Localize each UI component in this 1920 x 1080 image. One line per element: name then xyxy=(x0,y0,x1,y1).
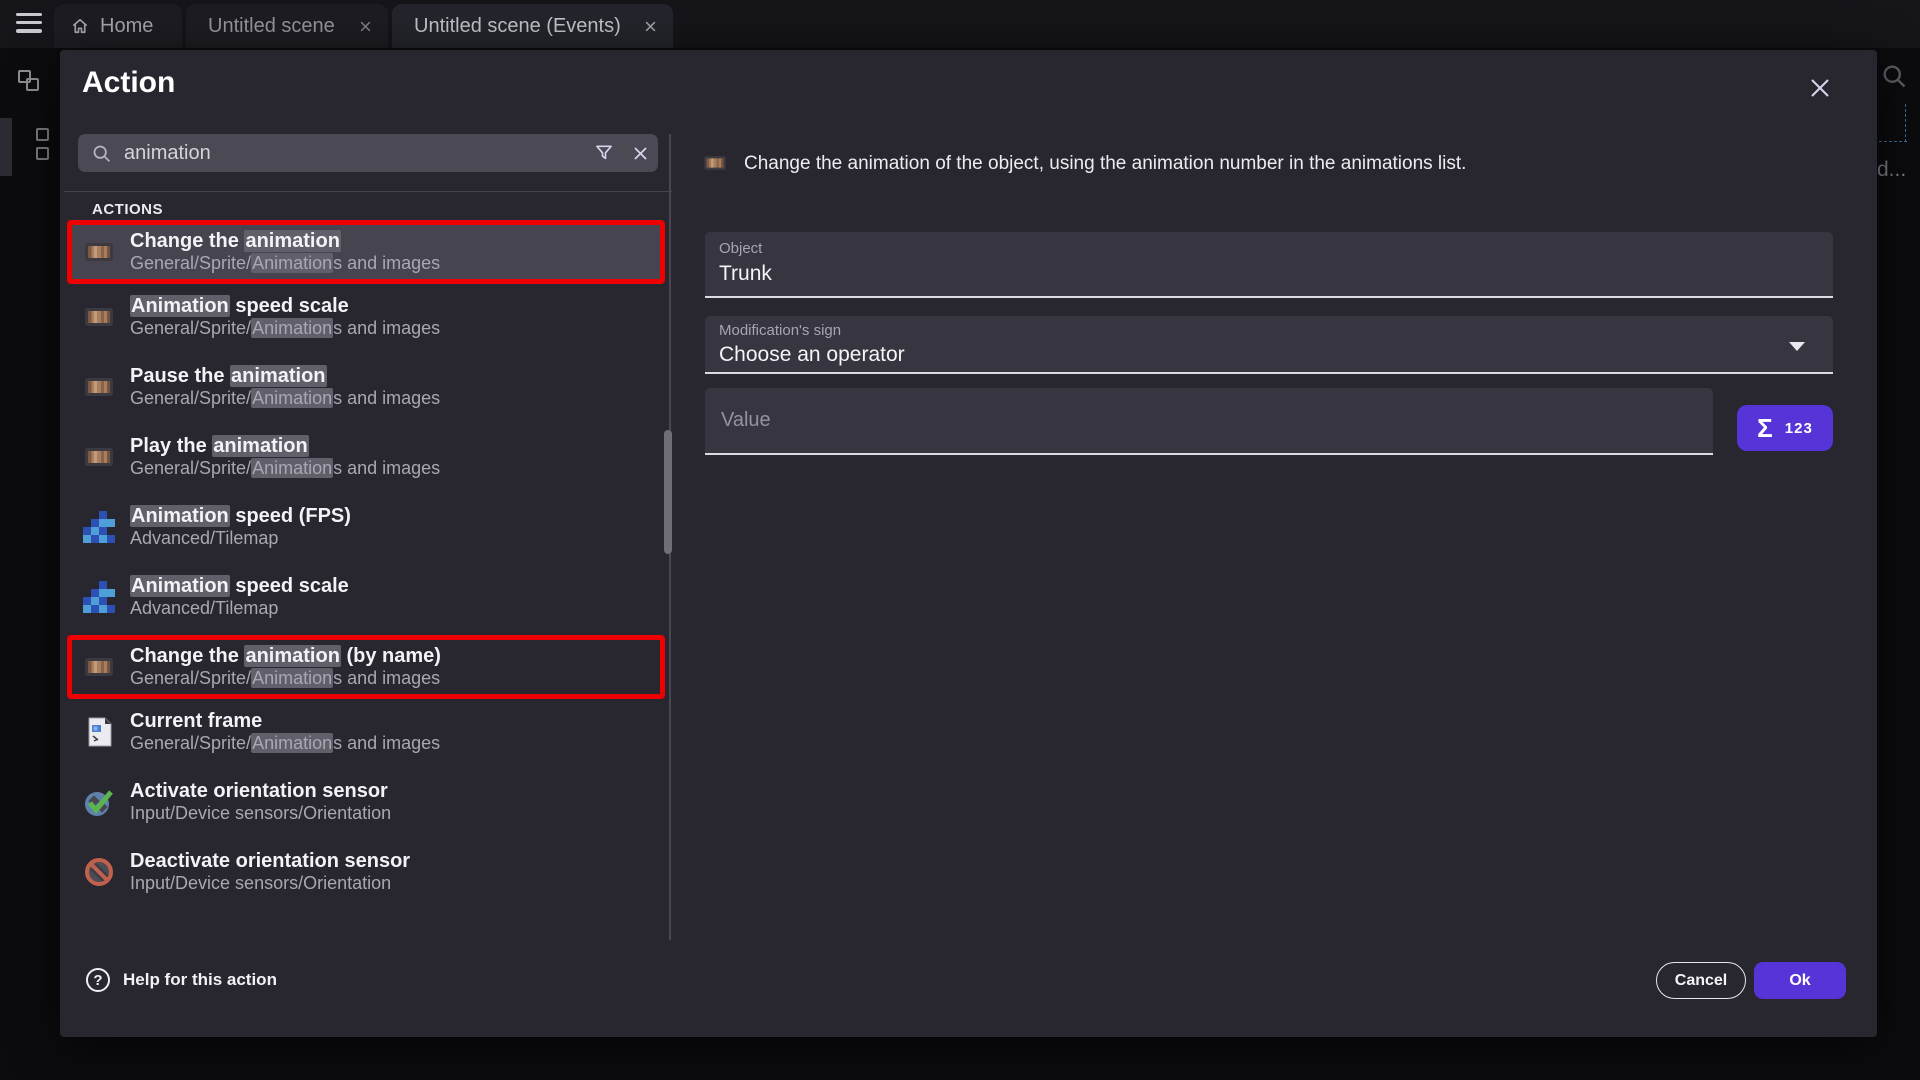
search-icon xyxy=(91,143,112,164)
sprite-frame-icon xyxy=(82,715,116,749)
action-item-title: Animation speed (FPS) xyxy=(130,505,351,527)
tab-untitled-scene-events[interactable]: Untitled scene (Events) xyxy=(392,4,673,48)
search-icon xyxy=(1880,62,1908,95)
action-item-path: General/Sprite/Animations and images xyxy=(130,668,440,688)
action-list-item[interactable]: Pause the animation General/Sprite/Anima… xyxy=(72,355,660,419)
orientation-off-icon xyxy=(82,855,116,889)
action-item-path: Advanced/Tilemap xyxy=(130,528,278,548)
help-label: Help for this action xyxy=(123,970,277,990)
sprite-animation-icon xyxy=(702,150,728,176)
background-objects-icon xyxy=(36,128,49,166)
action-item-title: Activate orientation sensor xyxy=(130,780,388,802)
action-item-path: General/Sprite/Animations and images xyxy=(130,253,440,273)
sprite-animation-icon xyxy=(82,370,116,404)
action-item-title: Animation speed scale xyxy=(130,295,349,317)
action-item-title: Play the animation xyxy=(130,435,309,457)
operator-select-label: Modification's sign xyxy=(719,322,841,339)
action-list-item[interactable]: Play the animation General/Sprite/Animat… xyxy=(72,425,660,489)
action-list-item[interactable]: Activate orientation sensor Input/Device… xyxy=(72,770,660,834)
clear-search-icon[interactable] xyxy=(622,134,658,172)
action-list: Change the animation General/Sprite/Anim… xyxy=(72,220,660,910)
action-list-item[interactable]: Deactivate orientation sensor Input/Devi… xyxy=(72,840,660,904)
value-input[interactable] xyxy=(721,388,1681,453)
sprite-animation-icon xyxy=(82,300,116,334)
sigma-icon: Σ xyxy=(1757,415,1773,441)
action-item-path: General/Sprite/Animations and images xyxy=(130,318,440,338)
action-item-title: Change the animation (by name) xyxy=(130,645,441,667)
operator-select[interactable]: Modification's sign Choose an operator xyxy=(705,316,1833,374)
action-list-item[interactable]: Change the animation (by name) General/S… xyxy=(67,635,665,699)
dialog-title: Action xyxy=(82,66,175,100)
object-field[interactable]: Object Trunk xyxy=(705,232,1833,298)
tab-label: Untitled scene (Events) xyxy=(414,15,621,38)
action-list-item[interactable]: Animation speed (FPS) Advanced/Tilemap xyxy=(72,495,660,559)
layout-grid-icon xyxy=(18,70,42,94)
action-item-title: Change the animation xyxy=(130,230,341,252)
sprite-animation-icon xyxy=(82,650,116,684)
cancel-button[interactable]: Cancel xyxy=(1656,962,1746,999)
search-input[interactable] xyxy=(124,142,586,165)
action-list-item[interactable]: Current frame General/Sprite/Animations … xyxy=(72,700,660,764)
action-item-title: Deactivate orientation sensor xyxy=(130,850,410,872)
filter-icon[interactable] xyxy=(586,134,622,172)
help-link[interactable]: ? Help for this action xyxy=(86,968,277,992)
help-icon: ? xyxy=(86,968,110,992)
action-dialog: Action ACTIONS Change the animation Gene… xyxy=(60,50,1877,1037)
clipped-background-text: d... xyxy=(1877,158,1906,182)
action-search-bar xyxy=(78,134,658,172)
action-list-item[interactable]: Change the animation General/Sprite/Anim… xyxy=(67,220,665,284)
action-list-item[interactable]: Animation speed scale General/Sprite/Ani… xyxy=(72,285,660,349)
action-item-title: Animation speed scale xyxy=(130,575,349,597)
ok-button[interactable]: Ok xyxy=(1754,962,1846,999)
action-item-path: Advanced/Tilemap xyxy=(130,598,278,618)
tab-untitled-scene[interactable]: Untitled scene xyxy=(186,4,388,48)
tab-close-icon[interactable] xyxy=(354,15,376,37)
selection-dashed-line xyxy=(1905,104,1906,142)
orientation-on-icon xyxy=(82,785,116,819)
background-panel-fragment xyxy=(0,118,12,176)
tab-close-icon[interactable] xyxy=(639,15,661,37)
gdevelop-editor: Home Untitled scene Untitled scene (Even… xyxy=(0,0,1920,1080)
action-item-title: Pause the animation xyxy=(130,365,327,387)
list-scrollbar-thumb[interactable] xyxy=(664,430,672,554)
tab-label: Home xyxy=(100,15,153,38)
expression-editor-button[interactable]: Σ 123 xyxy=(1737,405,1833,451)
tab-bar: Home Untitled scene Untitled scene (Even… xyxy=(0,0,1920,48)
divider xyxy=(64,191,672,192)
action-description: Change the animation of the object, usin… xyxy=(744,153,1834,175)
action-item-path: General/Sprite/Animations and images xyxy=(130,733,440,753)
value-field[interactable] xyxy=(705,388,1713,455)
expression-123-label: 123 xyxy=(1785,420,1813,437)
tab-home[interactable]: Home xyxy=(54,4,182,48)
actions-section-label: ACTIONS xyxy=(92,201,163,218)
action-list-item[interactable]: Animation speed scale Advanced/Tilemap xyxy=(72,565,660,629)
tab-label: Untitled scene xyxy=(208,15,335,38)
tilemap-icon xyxy=(82,510,116,544)
sprite-animation-icon xyxy=(82,440,116,474)
action-item-path: Input/Device sensors/Orientation xyxy=(130,873,391,893)
action-item-path: Input/Device sensors/Orientation xyxy=(130,803,391,823)
operator-select-value: Choose an operator xyxy=(719,343,905,367)
object-field-label: Object xyxy=(719,240,762,257)
object-field-value: Trunk xyxy=(719,262,772,286)
action-item-title: Current frame xyxy=(130,710,262,732)
action-item-path: General/Sprite/Animations and images xyxy=(130,388,440,408)
chevron-down-icon xyxy=(1789,342,1805,351)
action-item-path: General/Sprite/Animations and images xyxy=(130,458,440,478)
close-icon[interactable] xyxy=(1804,72,1836,104)
sprite-animation-icon xyxy=(82,235,116,269)
home-icon xyxy=(70,16,90,36)
tilemap-icon xyxy=(82,580,116,614)
hamburger-menu-icon[interactable] xyxy=(16,13,44,35)
selection-dashed-line xyxy=(1879,141,1907,142)
